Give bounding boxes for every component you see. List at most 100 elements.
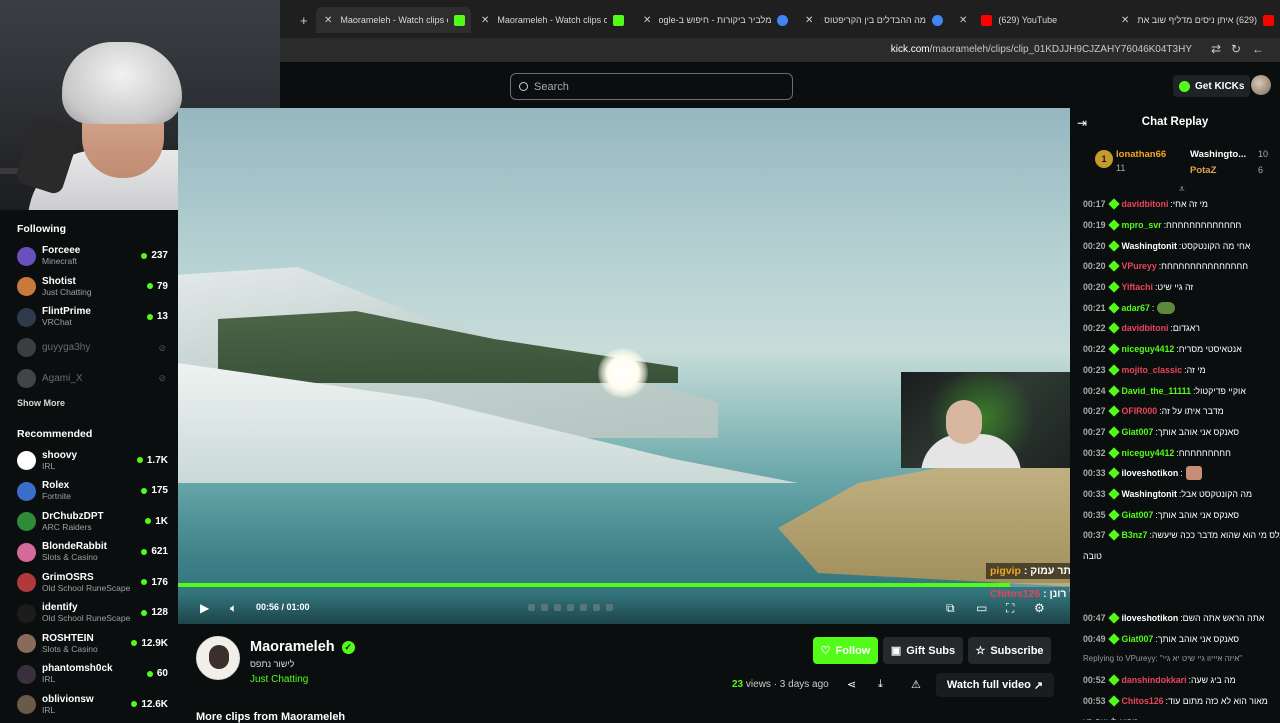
chat-username[interactable]: niceguy4412: [1122, 448, 1175, 458]
sidebar-channel-item[interactable]: phantomsh0ck IRL 60: [17, 659, 168, 690]
chat-username[interactable]: B3nz7: [1122, 530, 1148, 540]
viewer-count: 13: [146, 311, 168, 322]
volume-icon[interactable]: 🔈︎: [230, 601, 237, 616]
chat-username[interactable]: Washingtonit: [1122, 241, 1177, 251]
sidebar-channel-item[interactable]: guyyga3hy ⊘: [17, 333, 168, 364]
browser-tab[interactable]: ✕ Maorameleh - Watch clips on K: [473, 7, 633, 33]
video-player[interactable]: pigvip : האכל לו יותר עמוק Chitos126 : א…: [178, 108, 1070, 624]
sidebar-channel-item[interactable]: shoovy IRL 1.7K: [17, 446, 168, 477]
chat-replay-panel: ⇥ Chat Replay 1 lonathan66 11 Washingto.…: [1070, 108, 1280, 720]
chat-username[interactable]: iloveshotikon: [1122, 468, 1179, 478]
theater-mode-icon[interactable]: ▭: [976, 601, 987, 615]
follow-button[interactable]: ♡ Follow: [813, 637, 878, 664]
chat-username[interactable]: adar67: [1122, 303, 1150, 313]
chat-username[interactable]: Giat007: [1122, 634, 1154, 644]
sidebar-channel-item[interactable]: BlondeRabbit Slots & Casino 621: [17, 537, 168, 568]
channel-avatar: [17, 664, 36, 684]
close-tab-icon[interactable]: ✕: [1121, 15, 1129, 26]
chat-timestamp: 00:27: [1083, 426, 1106, 437]
gifter-name[interactable]: Washingto...: [1190, 149, 1246, 160]
subscriber-badge-icon: [1107, 384, 1120, 397]
streamer-name[interactable]: Maorameleh: [250, 639, 335, 655]
channel-avatar: [17, 542, 36, 562]
chat-username[interactable]: Giat007: [1122, 427, 1154, 437]
sidebar-channel-item[interactable]: oblivionsw IRL 12.6K: [17, 690, 168, 721]
sidebar-channel-item[interactable]: ROSHTEIN Slots & Casino 12.9K: [17, 629, 168, 660]
browser-tab[interactable]: ✕ (629) YouTube: [951, 7, 1111, 33]
chat-username[interactable]: Washingtonit: [1122, 489, 1177, 499]
chat-username[interactable]: David_the_11111: [1122, 386, 1191, 396]
address-bar[interactable]: kick.com/maorameleh/clips/clip_01KDJJH9C…: [280, 38, 1280, 62]
user-avatar[interactable]: [1251, 75, 1271, 95]
site-settings-icon[interactable]: ⇄: [1208, 42, 1224, 56]
subscriber-badge-icon: [1107, 674, 1120, 686]
chat-username[interactable]: Yiftachi: [1122, 282, 1153, 292]
subscriber-badge-icon: [1107, 446, 1120, 459]
download-icon[interactable]: ⤓: [878, 678, 883, 691]
chat-username[interactable]: VPureyy: [1122, 261, 1157, 271]
progress-bar[interactable]: [178, 583, 1070, 587]
viewer-count: 237: [141, 250, 168, 261]
chat-username[interactable]: davidbitoni: [1122, 323, 1169, 333]
browser-tab[interactable]: ✕ מלביר ביקורות - חיפוש ב-Google: [635, 7, 795, 33]
taskbar-reflection: [528, 604, 728, 612]
chat-username[interactable]: mojito_classic: [1122, 365, 1183, 375]
sidebar-channel-item[interactable]: Shotist Just Chatting 79: [17, 272, 168, 303]
chat-username[interactable]: Chitos126: [1122, 696, 1164, 706]
sidebar-channel-item[interactable]: DrChubzDPT ARC Raiders 1K: [17, 507, 168, 538]
clip-icon[interactable]: ⧉: [946, 601, 955, 616]
chat-username[interactable]: mpro_svr: [1122, 220, 1162, 230]
category-link[interactable]: Just Chatting: [250, 674, 308, 685]
watch-full-video-button[interactable]: Watch full video ↗: [936, 673, 1054, 697]
channel-avatar: [17, 277, 36, 297]
share-icon[interactable]: ⋖: [847, 678, 856, 691]
chat-timestamp: 00:37: [1083, 530, 1106, 541]
chat-username[interactable]: danshindokkari: [1122, 675, 1187, 685]
subscribe-button[interactable]: ☆ Subscribe: [968, 637, 1051, 664]
close-tab-icon[interactable]: ✕: [643, 15, 651, 26]
close-tab-icon[interactable]: ✕: [481, 15, 489, 26]
live-dot-icon: [145, 518, 152, 524]
close-tab-icon[interactable]: ✕: [805, 15, 813, 26]
search-input[interactable]: Search: [510, 73, 793, 100]
get-kicks-button[interactable]: Get KICKs: [1173, 75, 1251, 97]
chat-username[interactable]: davidbitoni: [1122, 199, 1169, 209]
sidebar-channel-item[interactable]: FlintPrime VRChat 13: [17, 302, 168, 333]
close-tab-icon[interactable]: ✕: [324, 15, 332, 26]
sidebar-channel-item[interactable]: identify Old School RuneScape 128: [17, 598, 168, 629]
recommended-list: shoovy IRL 1.7K Rolex Fortnite 175 DrChubzDPT A…: [17, 446, 168, 721]
live-dot-icon: [136, 457, 143, 463]
show-more-button[interactable]: Show More: [17, 398, 168, 412]
chat-username[interactable]: iloveshotikon: [1122, 613, 1179, 623]
play-icon[interactable]: ▶: [200, 601, 209, 615]
chat-messages: 00:17 davidbitoni: מי זה אחי 00:19 mpro_svr…: [1083, 194, 1280, 720]
subscriber-badge-icon: [1107, 488, 1120, 500]
chat-text: חחחחחחחחח: [1178, 447, 1231, 458]
channel-category: Just Chatting: [42, 286, 92, 297]
channel-avatar: [17, 307, 36, 327]
gifter-name[interactable]: lonathan66: [1116, 149, 1166, 160]
browser-tab[interactable]: ✕ Maorameleh - Watch clips on K: [316, 7, 471, 33]
settings-icon[interactable]: ⚙: [1034, 601, 1045, 615]
back-arrow-icon[interactable]: ←: [1250, 42, 1266, 56]
sidebar-channel-item[interactable]: GrimOSRS Old School RuneScape 176: [17, 568, 168, 599]
new-tab-button[interactable]: +: [292, 7, 316, 33]
sidebar-channel-item[interactable]: Rolex Fortnite 175: [17, 476, 168, 507]
close-tab-icon[interactable]: ✕: [959, 15, 967, 26]
gifter-name[interactable]: PotaZ: [1190, 165, 1216, 176]
browser-tab[interactable]: ✕ (629) איתן ניסים מדליף שוב את: [1113, 7, 1280, 33]
fullscreen-icon[interactable]: ⛶: [1006, 601, 1014, 616]
sidebar-channel-item[interactable]: Forceee Minecraft 237: [17, 241, 168, 272]
chat-username[interactable]: Giat007: [1122, 510, 1154, 520]
sidebar-channel-item[interactable]: Agami_X ⊘: [17, 363, 168, 394]
gift-subs-button[interactable]: ▣ Gift Subs: [883, 637, 963, 664]
reload-icon[interactable]: ↻: [1228, 42, 1244, 56]
chat-username[interactable]: OFIR000: [1122, 406, 1158, 416]
browser-tab[interactable]: ✕ מה ההבדלים בין הקריפטוס לגונ: [797, 7, 949, 33]
chat-username[interactable]: niceguy4412: [1122, 344, 1175, 354]
subscriber-badge-icon: [1107, 343, 1120, 355]
subscriber-badge-icon: [1107, 467, 1120, 479]
report-icon[interactable]: ⚠: [911, 678, 921, 691]
streamer-avatar[interactable]: [196, 636, 240, 680]
url-text[interactable]: kick.com/maorameleh/clips/clip_01KDJJH9C…: [891, 44, 1192, 55]
